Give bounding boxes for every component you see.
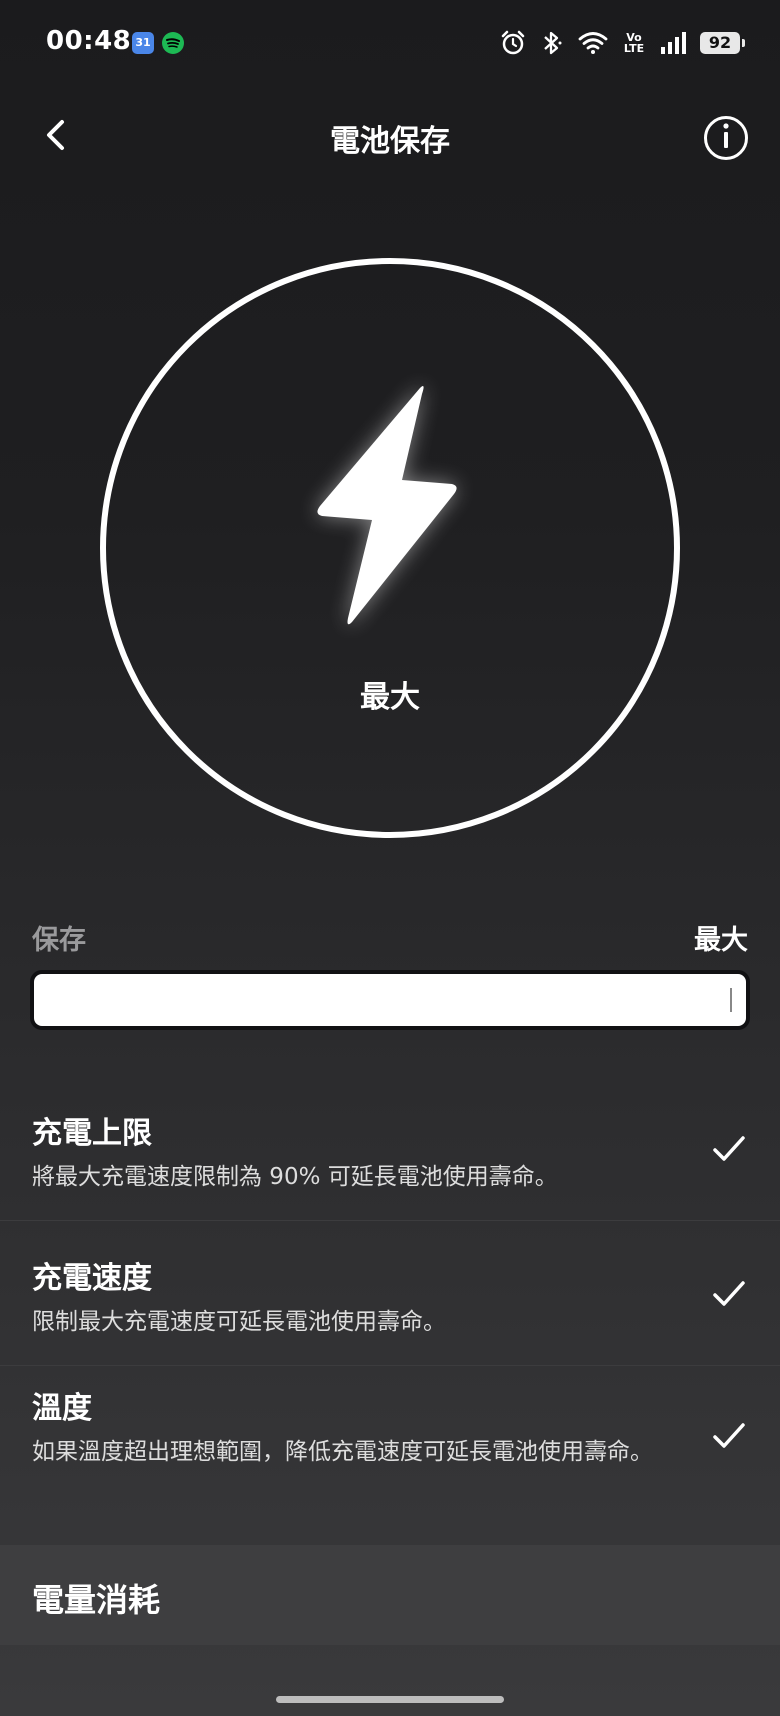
slider-max-label: 最大 (694, 925, 748, 956)
checkmark-icon (713, 1136, 745, 1161)
info-icon (721, 123, 731, 153)
charge-mode-slider[interactable] (30, 970, 750, 1030)
option-charge-limit[interactable]: 充電上限 將最大充電速度限制為 90% 可延長電池使用壽命。 (0, 1108, 780, 1221)
signal-icon (660, 31, 686, 55)
status-time: 00:48 (46, 26, 132, 56)
bluetooth-icon (540, 30, 564, 56)
wifi-icon (578, 31, 608, 55)
slider-min-label: 保存 (32, 925, 86, 956)
mode-label: 最大 (360, 680, 420, 715)
page-title: 電池保存 (330, 124, 450, 159)
status-bar: 00:48 31 Vo LTE 92 (0, 0, 780, 88)
power-consumption-section[interactable]: 電量消耗 (0, 1545, 780, 1645)
option-description: 將最大充電速度限制為 90% 可延長電池使用壽命。 (32, 1164, 558, 1190)
option-description: 限制最大充電速度可延長電池使用壽命。 (32, 1309, 446, 1335)
status-icons: Vo LTE 92 (500, 26, 745, 60)
checkmark-icon (713, 1281, 745, 1306)
alarm-icon (500, 30, 526, 56)
slider-fill (34, 974, 746, 1026)
home-indicator[interactable] (276, 1696, 504, 1703)
option-title: 充電上限 (32, 1116, 152, 1151)
volte-indicator: Vo LTE (623, 31, 645, 55)
battery-indicator: 92 (700, 32, 745, 54)
slider-thumb[interactable] (730, 988, 732, 1012)
info-button[interactable] (704, 116, 748, 160)
checkmark-icon (713, 1423, 745, 1448)
option-description: 如果溫度超出理想範圍，降低充電速度可延長電池使用壽命。 (32, 1439, 653, 1465)
lightning-bolt-icon (317, 386, 457, 625)
option-charge-speed[interactable]: 充電速度 限制最大充電速度可延長電池使用壽命。 (0, 1253, 780, 1366)
calendar-app-icon: 31 (132, 32, 154, 54)
option-title: 充電速度 (32, 1261, 152, 1296)
power-consumption-title: 電量消耗 (32, 1581, 161, 1619)
spotify-app-icon (162, 32, 184, 54)
option-temperature[interactable]: 溫度 如果溫度超出理想範圍，降低充電速度可延長電池使用壽命。 (0, 1383, 780, 1533)
option-title: 溫度 (32, 1391, 92, 1426)
